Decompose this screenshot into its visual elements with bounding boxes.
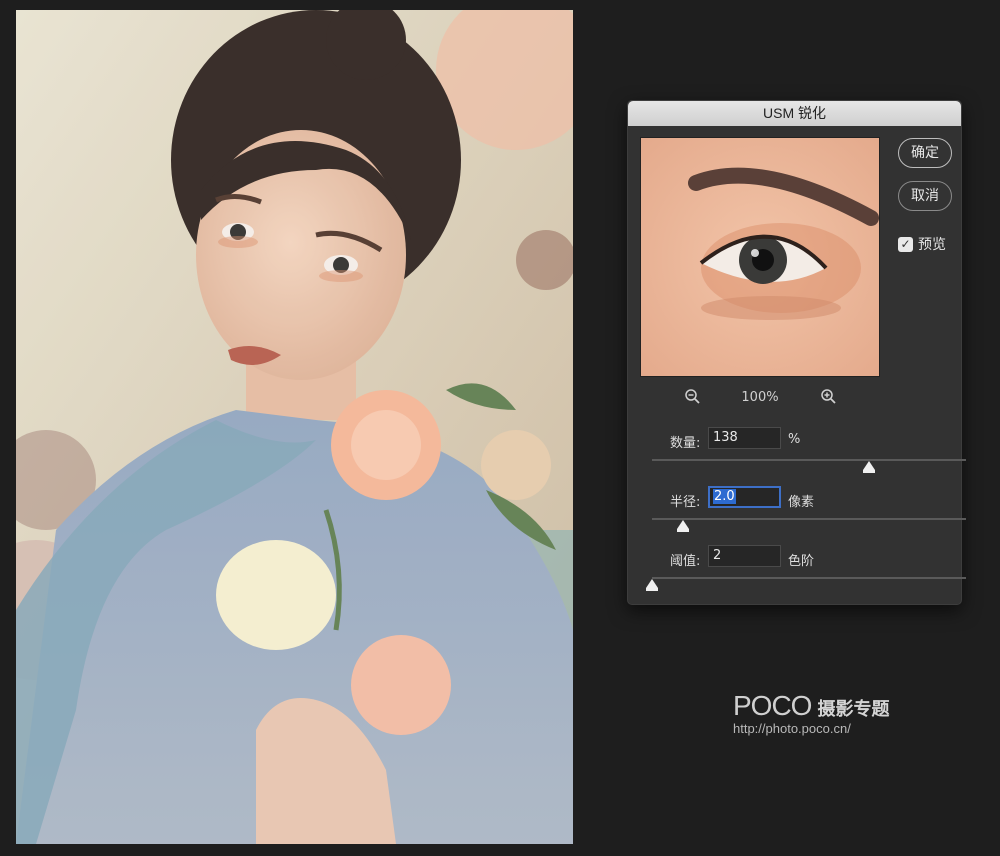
watermark-url: http://photo.poco.cn/ bbox=[733, 721, 851, 736]
threshold-slider-thumb[interactable] bbox=[646, 579, 658, 591]
radius-slider-thumb[interactable] bbox=[677, 520, 690, 532]
ok-button[interactable]: 确定 bbox=[898, 138, 952, 168]
threshold-slider-track[interactable] bbox=[646, 577, 966, 591]
threshold-input[interactable]: 2 bbox=[708, 545, 781, 567]
zoom-controls: 100% bbox=[640, 388, 880, 408]
threshold-unit: 色阶 bbox=[788, 554, 815, 569]
watermark-title: 摄影专题 bbox=[817, 699, 890, 720]
poco-watermark: POCO 摄影专题 http://photo.poco.cn/ bbox=[733, 690, 890, 737]
checkmark-icon[interactable]: ✓ bbox=[898, 236, 913, 252]
amount-input[interactable]: 138 bbox=[708, 427, 781, 449]
radius-unit: 像素 bbox=[788, 495, 815, 510]
preview-checkbox-row[interactable]: ✓ 预览 bbox=[898, 234, 946, 254]
portrait-photo bbox=[16, 10, 573, 844]
radius-input-selection: 2.0 bbox=[713, 489, 736, 504]
zoom-level: 100% bbox=[741, 390, 779, 405]
radius-input[interactable]: 2.0 bbox=[708, 486, 781, 508]
threshold-label: 阈值: bbox=[670, 554, 701, 569]
amount-unit: % bbox=[788, 432, 801, 447]
usm-sharpen-dialog: USM 锐化 确定 取消 ✓ 预览 100% 数量: 138 % 半径: 2.0… bbox=[627, 100, 966, 605]
radius-slider-track[interactable] bbox=[652, 518, 966, 532]
zoom-in-icon[interactable] bbox=[820, 388, 838, 406]
poco-logo: POCO bbox=[733, 690, 812, 721]
radius-label: 半径: bbox=[670, 495, 701, 510]
dialog-title[interactable]: USM 锐化 bbox=[628, 101, 961, 126]
preview-thumbnail[interactable] bbox=[640, 137, 880, 377]
cancel-button[interactable]: 取消 bbox=[898, 181, 952, 211]
eye-closeup-image bbox=[641, 138, 879, 376]
amount-slider-thumb[interactable] bbox=[862, 461, 875, 473]
preview-label: 预览 bbox=[918, 237, 946, 253]
amount-label: 数量: bbox=[670, 436, 701, 451]
photo-canvas bbox=[16, 10, 573, 844]
amount-slider-track[interactable] bbox=[652, 459, 966, 473]
